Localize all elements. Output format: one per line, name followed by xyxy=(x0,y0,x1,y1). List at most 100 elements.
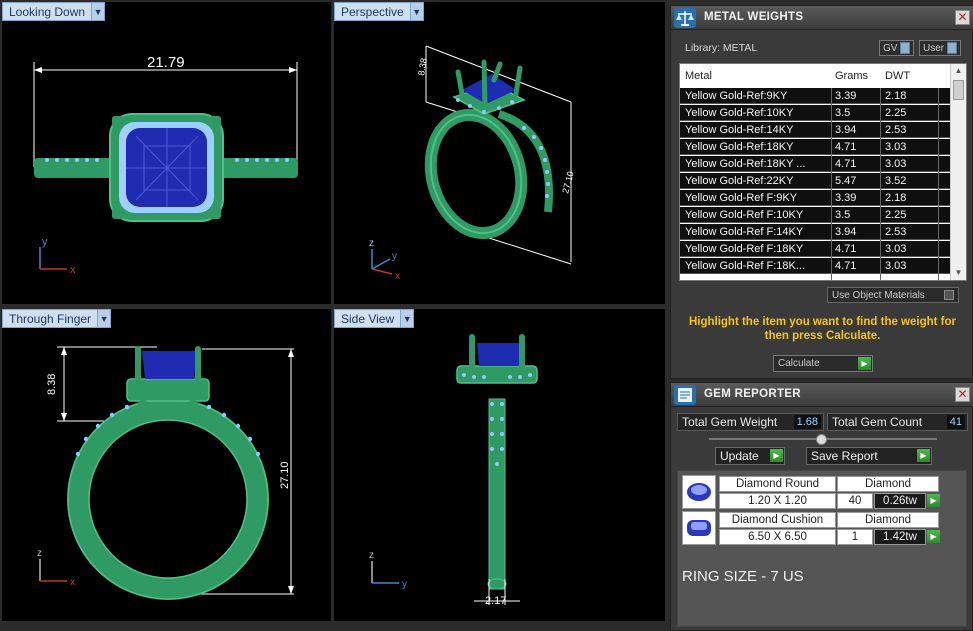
metal-dwt: 2.18 xyxy=(885,90,907,102)
gem-count: 40 xyxy=(837,493,873,509)
total-gem-count-label: Total Gem Count xyxy=(832,415,923,429)
gem-weight: 0.26tw xyxy=(874,493,926,509)
close-icon[interactable]: ✕ xyxy=(955,10,970,25)
metal-row[interactable]: Yellow Gold-Ref F:14KY 3.94 2.53 xyxy=(680,224,951,240)
metal-grams: 3.39 xyxy=(835,90,857,102)
chevron-down-icon[interactable]: ▼ xyxy=(401,309,415,328)
dimension-total-height: 27.10 xyxy=(279,461,291,489)
library-label: Library: METAL xyxy=(685,42,758,54)
gem-cushion-icon xyxy=(682,511,716,545)
gem-reporter-panel: GEM REPORTER ✕ Total Gem Weight 1.68 Tot… xyxy=(670,382,973,631)
gem-select-arrow-icon[interactable]: ▶ xyxy=(927,494,940,507)
gem-weight: 1.42tw xyxy=(874,529,926,545)
metal-name: Yellow Gold-Ref F:18KY xyxy=(685,243,804,255)
axis-y-label: y xyxy=(42,236,48,248)
axis-z-label: z xyxy=(37,548,42,559)
chevron-down-icon[interactable]: ▼ xyxy=(410,2,424,21)
metal-grams: 4.71 xyxy=(835,260,857,272)
viewport-name: Through Finger xyxy=(2,309,99,328)
report-icon xyxy=(674,385,696,405)
user-toggle[interactable]: User xyxy=(919,40,962,56)
checkbox-icon xyxy=(944,290,954,300)
metal-grams: 3.5 xyxy=(835,107,851,119)
axis-z-label: z xyxy=(369,238,374,249)
viewport-label[interactable]: Looking Down ▼ xyxy=(2,2,106,21)
use-object-materials-checkbox[interactable]: Use Object Materials xyxy=(827,287,959,303)
viewport-perspective[interactable]: z y x 8.38 27.10 Perspective ▼ xyxy=(334,2,665,304)
total-gem-weight: Total Gem Weight 1.68 xyxy=(677,413,824,431)
header-grams: Grams xyxy=(835,70,868,82)
metal-dwt: 2.53 xyxy=(885,124,907,136)
metal-row[interactable]: Yellow Gold-Ref:9KY 3.39 2.18 xyxy=(680,88,951,104)
scroll-down-icon[interactable]: ▼ xyxy=(951,266,966,280)
viewport-label[interactable]: Through Finger ▼ xyxy=(2,309,112,328)
chevron-down-icon[interactable]: ▼ xyxy=(92,2,106,21)
metal-table-scrollbar[interactable]: ▲ ▼ xyxy=(950,64,966,280)
metal-grams: 4.71 xyxy=(835,243,857,255)
metal-row[interactable]: Yellow Gold-Ref F:9KY 3.39 2.18 xyxy=(680,190,951,206)
gem-material: Diamond xyxy=(837,512,939,528)
metal-grams: 4.71 xyxy=(835,141,857,153)
metal-row[interactable]: Yellow Gold-Ref F:18KY 4.71 3.03 xyxy=(680,241,951,257)
viewport-name: Perspective xyxy=(334,2,411,21)
metal-dwt: 3.03 xyxy=(885,260,907,272)
metal-dwt: 2.25 xyxy=(885,209,907,221)
metal-name: Yellow Gold-Ref:18KY xyxy=(685,141,794,153)
gv-toggle[interactable]: GV xyxy=(879,40,915,56)
metal-dwt: 3.52 xyxy=(885,175,907,187)
panel-title-bar[interactable]: METAL WEIGHTS ✕ xyxy=(671,6,973,30)
metal-name: Yellow Gold-Ref F:9KY xyxy=(685,192,798,204)
toggle-switch-icon xyxy=(947,42,958,54)
column-divider xyxy=(880,88,881,280)
metal-name: Yellow Gold-Ref F:14KY xyxy=(685,226,804,238)
metal-dwt: 3.03 xyxy=(885,141,907,153)
panel-title: METAL WEIGHTS xyxy=(704,11,804,23)
gem-row[interactable]: Diamond Round Diamond 1.20 X 1.20 40 0.2… xyxy=(682,475,952,509)
gem-slider-knob[interactable] xyxy=(816,434,827,445)
metal-row[interactable]: Yellow Gold-Ref:14KY 3.94 2.53 xyxy=(680,122,951,138)
update-label: Update xyxy=(720,449,759,463)
metal-name: Yellow Gold-Ref:10KY xyxy=(685,107,794,119)
metal-table: Metal Grams DWT Yellow Gold-Ref:9KY 3.39 2… xyxy=(679,63,967,281)
play-arrow-icon: ▶ xyxy=(917,449,930,462)
metal-name: Yellow Gold-Ref:14KY xyxy=(685,124,794,136)
viewport-looking-down[interactable]: y x 21.79 Looking Down ▼ xyxy=(2,2,331,304)
dimension-shank-width: 2.17 xyxy=(485,595,506,607)
save-report-button[interactable]: Save Report ▶ xyxy=(806,447,932,465)
metal-weights-panel: METAL WEIGHTS ✕ Library: METAL GV User M… xyxy=(670,5,973,379)
metal-dwt: 2.53 xyxy=(885,226,907,238)
metal-row[interactable]: Yellow Gold-Ref:18KY ... 4.71 3.03 xyxy=(680,156,951,172)
metal-row[interactable]: Yellow Gold-Ref:10KY 3.5 2.25 xyxy=(680,105,951,121)
close-icon[interactable]: ✕ xyxy=(955,387,970,402)
metal-row[interactable]: Yellow Gold-Ref:18KY 4.71 3.03 xyxy=(680,139,951,155)
metal-table-header: Metal Grams DWT xyxy=(680,64,951,88)
viewport-side-view[interactable]: z y 2.17 Side View ▼ xyxy=(334,309,665,621)
metal-name: Yellow Gold-Ref F:10KY xyxy=(685,209,804,221)
chevron-down-icon[interactable]: ▼ xyxy=(98,309,112,328)
gem-row[interactable]: Diamond Cushion Diamond 6.50 X 6.50 1 1.… xyxy=(682,511,952,545)
calculate-button[interactable]: Calculate ▶ xyxy=(773,355,873,372)
metal-row[interactable]: Yellow Gold-Ref F:18K... 4.71 3.03 xyxy=(680,258,951,274)
calculate-hint: Highlight the item you want to find the … xyxy=(688,316,957,342)
ring-size-label: RING SIZE - 7 US xyxy=(682,568,804,585)
viewport-label[interactable]: Perspective ▼ xyxy=(334,2,424,21)
scroll-up-icon[interactable]: ▲ xyxy=(951,64,966,78)
calculate-label: Calculate xyxy=(778,358,820,369)
dimension-width: 21.79 xyxy=(147,54,185,71)
metal-grams: 3.94 xyxy=(835,226,857,238)
scroll-thumb[interactable] xyxy=(953,80,964,100)
header-dwt: DWT xyxy=(885,70,911,82)
gem-list: Diamond Round Diamond 1.20 X 1.20 40 0.2… xyxy=(677,470,967,627)
app-window: y x 21.79 Looking Down ▼ z y x 8.38 27.1… xyxy=(0,0,973,631)
update-button[interactable]: Update ▶ xyxy=(715,447,785,465)
column-divider xyxy=(938,88,939,280)
viewport-label[interactable]: Side View ▼ xyxy=(334,309,415,328)
viewport-through-finger[interactable]: z x 8.38 27.10 Through Finger ▼ xyxy=(2,309,331,621)
panel-title-bar[interactable]: GEM REPORTER ✕ xyxy=(671,383,973,407)
gem-select-arrow-icon[interactable]: ▶ xyxy=(927,530,940,543)
scale-icon xyxy=(674,8,696,28)
ring-front-view: z x 8.38 27.10 xyxy=(37,346,294,600)
metal-row[interactable]: Yellow Gold-Ref:22KY 5.47 3.52 xyxy=(680,173,951,189)
viewport-name: Side View xyxy=(334,309,402,328)
metal-row[interactable]: Yellow Gold-Ref F:10KY 3.5 2.25 xyxy=(680,207,951,223)
